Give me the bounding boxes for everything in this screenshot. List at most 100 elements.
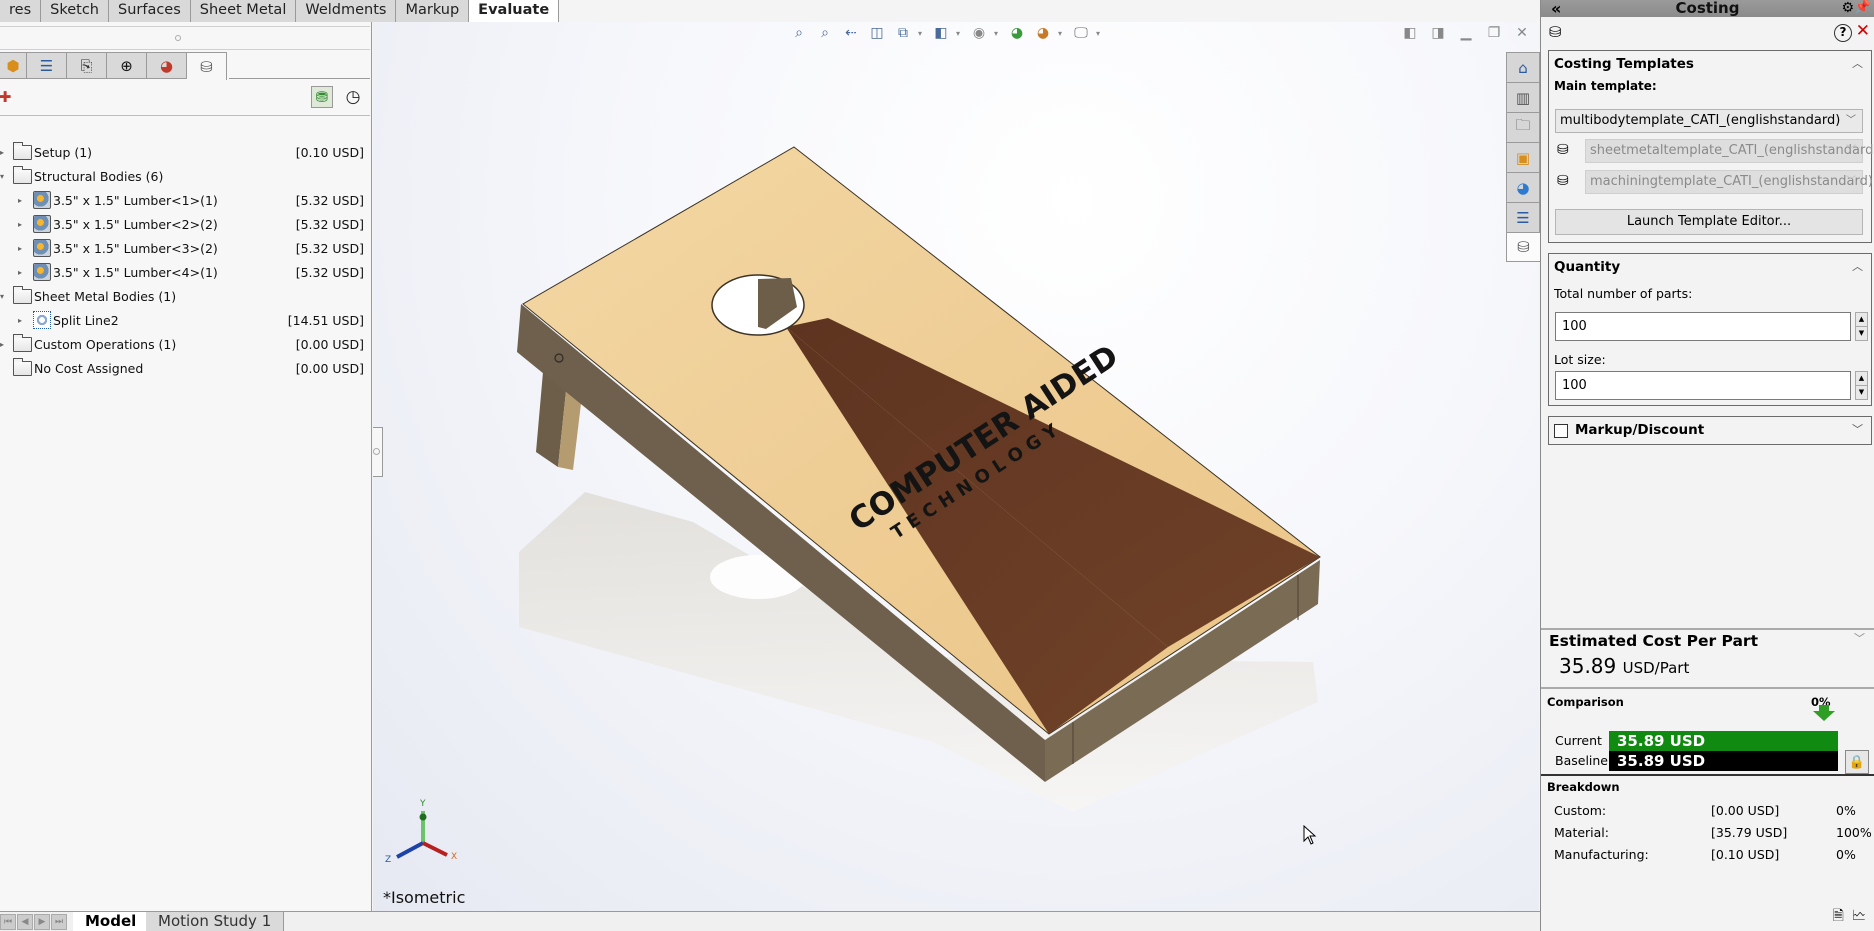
- zoom-to-fit-icon[interactable]: ⌕: [788, 23, 810, 43]
- spin-down-icon[interactable]: ▼: [1856, 386, 1867, 400]
- close-costing-icon[interactable]: ✕: [1856, 21, 1870, 41]
- launch-template-editor-button[interactable]: Launch Template Editor...: [1555, 209, 1863, 235]
- lot-size-input[interactable]: 100: [1555, 371, 1851, 400]
- tree-item[interactable]: ▸ 3.5" x 1.5" Lumber<3>(2) [5.32 USD]: [0, 236, 370, 260]
- spin-down-icon[interactable]: ▼: [1856, 327, 1867, 341]
- tree-item[interactable]: ▸ Setup (1) [0.10 USD]: [0, 140, 370, 164]
- view-orientation-icon[interactable]: ⧉: [892, 23, 914, 43]
- total-parts-input[interactable]: 100: [1555, 312, 1851, 341]
- spin-up-icon[interactable]: ▲: [1856, 313, 1867, 327]
- tab-weldments[interactable]: Weldments: [296, 0, 397, 22]
- tree-item[interactable]: ▸ Custom Operations (1) [0.00 USD]: [0, 332, 370, 356]
- task-pane-design-library-tab[interactable]: ▥: [1506, 82, 1540, 112]
- tree-item[interactable]: ▾ Sheet Metal Bodies (1): [0, 284, 370, 308]
- display-style-icon[interactable]: ◧: [930, 23, 952, 43]
- tile-right-icon[interactable]: ◨: [1429, 24, 1447, 42]
- collapse-arrow-icon[interactable]: ▾: [0, 172, 4, 181]
- first-tab-icon[interactable]: ⏮: [0, 914, 16, 930]
- hide-show-items-icon[interactable]: ◉: [968, 23, 990, 43]
- tab-evaluate[interactable]: Evaluate: [469, 0, 560, 23]
- task-pane-appearances-tab[interactable]: ◕: [1506, 172, 1540, 202]
- graphics-area[interactable]: COMPUTER AIDED T E C H N O L O G Y ⌕ ⌕ ⇠…: [373, 22, 1539, 911]
- tab-motion-study-1[interactable]: Motion Study 1: [146, 912, 285, 931]
- collapse-chevron-icon[interactable]: ﹀: [1854, 630, 1865, 646]
- tree-item[interactable]: No Cost Assigned [0.00 USD]: [0, 356, 370, 380]
- property-manager-tab[interactable]: ☰: [27, 52, 67, 79]
- tree-item-cost: [5.32 USD]: [295, 264, 364, 280]
- options-gear-icon[interactable]: ⚙: [1841, 0, 1854, 16]
- feature-manager-tab[interactable]: ⬢: [0, 52, 27, 79]
- zoom-to-area-icon[interactable]: ⌕: [814, 23, 836, 43]
- expand-chevron-icon[interactable]: ﹀: [1852, 417, 1863, 443]
- display-style-dropdown[interactable]: ▾: [956, 29, 964, 38]
- set-baseline-icon[interactable]: ⛃: [311, 86, 333, 108]
- expand-arrow-icon[interactable]: ▸: [18, 316, 22, 325]
- edit-appearance-icon[interactable]: ◕: [1006, 23, 1028, 43]
- markup-discount-header[interactable]: Markup/Discount ﹀: [1549, 417, 1871, 445]
- tab-sheet-metal[interactable]: Sheet Metal: [190, 0, 297, 22]
- quantity-header[interactable]: Quantity ︿: [1549, 254, 1871, 282]
- tree-item[interactable]: ▾ Structural Bodies (6): [0, 164, 370, 188]
- pin-icon[interactable]: 📌: [1855, 0, 1871, 15]
- view-orientation-dropdown[interactable]: ▾: [918, 29, 926, 38]
- costing-manager-tab[interactable]: ⛁: [187, 52, 227, 80]
- expand-arrow-icon[interactable]: ▸: [18, 220, 22, 229]
- feature-panel-collapse-handle[interactable]: [373, 427, 383, 477]
- main-template-select[interactable]: multibodytemplate_CATI_(englishstandard)…: [1555, 109, 1863, 133]
- task-pane-view-palette-tab[interactable]: ▣: [1506, 142, 1540, 172]
- expand-arrow-icon[interactable]: ▸: [0, 148, 4, 157]
- dimxpert-manager-tab[interactable]: ⊕: [107, 52, 147, 79]
- costing-report-icon[interactable]: 🗠: [1852, 905, 1866, 929]
- apply-scene-icon[interactable]: ◕: [1032, 23, 1054, 43]
- previous-view-icon[interactable]: ⇠: [840, 23, 862, 43]
- configuration-manager-tab[interactable]: ⎘: [67, 52, 107, 79]
- tab-model[interactable]: Model: [73, 912, 150, 931]
- expand-arrow-icon[interactable]: ▸: [18, 196, 22, 205]
- section-view-icon[interactable]: ◫: [866, 23, 888, 43]
- collapse-chevron-icon[interactable]: ︿: [1852, 254, 1863, 280]
- tree-item[interactable]: ▸ 3.5" x 1.5" Lumber<1>(1) [5.32 USD]: [0, 188, 370, 212]
- lock-baseline-button[interactable]: 🔒: [1845, 750, 1869, 774]
- expand-arrow-icon[interactable]: ▸: [0, 340, 4, 349]
- hide-show-dropdown[interactable]: ▾: [994, 29, 1002, 38]
- clock-icon[interactable]: ◷: [342, 86, 364, 108]
- generate-report-icon[interactable]: 🗎: [1833, 905, 1844, 929]
- collapse-arrow-icon[interactable]: ▾: [0, 292, 4, 301]
- expand-arrow-icon[interactable]: ▸: [18, 244, 22, 253]
- total-parts-spinner[interactable]: ▲ ▼: [1855, 312, 1868, 341]
- tile-left-icon[interactable]: ◧: [1401, 24, 1419, 42]
- tree-item[interactable]: ▸ Split Line2 [14.51 USD]: [0, 308, 370, 332]
- apply-scene-dropdown[interactable]: ▾: [1058, 29, 1066, 38]
- costing-templates-header[interactable]: Costing Templates ︿: [1549, 51, 1871, 79]
- view-settings-icon[interactable]: 🖵: [1070, 23, 1092, 43]
- prev-tab-icon[interactable]: ◀: [17, 914, 33, 930]
- configuration-manager-icon: ⎘: [80, 56, 93, 75]
- collapse-chevron-icon[interactable]: ︿: [1852, 51, 1863, 77]
- next-tab-icon[interactable]: ▶: [34, 914, 50, 930]
- machining-template-select[interactable]: machiningtemplate_CATI_(englishstandard)…: [1585, 170, 1873, 194]
- view-settings-dropdown[interactable]: ▾: [1096, 29, 1104, 38]
- task-pane-custom-properties-tab[interactable]: ☰: [1506, 202, 1540, 232]
- sheetmetal-template-select[interactable]: sheetmetaltemplate_CATI_(englishstandard…: [1585, 139, 1874, 163]
- tree-item[interactable]: ▸ 3.5" x 1.5" Lumber<4>(1) [5.32 USD]: [0, 260, 370, 284]
- lot-size-spinner[interactable]: ▲ ▼: [1855, 371, 1868, 400]
- task-pane-home-tab[interactable]: ⌂: [1506, 52, 1540, 82]
- spin-up-icon[interactable]: ▲: [1856, 372, 1867, 386]
- close-icon[interactable]: ✕: [1513, 24, 1531, 42]
- restore-icon[interactable]: ❐: [1485, 24, 1503, 42]
- tab-markup[interactable]: Markup: [396, 0, 470, 22]
- tab-features[interactable]: res: [0, 0, 42, 22]
- help-icon[interactable]: ?: [1834, 24, 1852, 42]
- last-tab-icon[interactable]: ⏭: [51, 914, 67, 930]
- expand-arrow-icon[interactable]: ▸: [18, 268, 22, 277]
- tab-surfaces[interactable]: Surfaces: [108, 0, 191, 22]
- tree-item[interactable]: ▸ 3.5" x 1.5" Lumber<2>(2) [5.32 USD]: [0, 212, 370, 236]
- minimize-icon[interactable]: ▁: [1457, 24, 1475, 42]
- task-pane-costing-tab[interactable]: ⛁: [1506, 232, 1540, 262]
- task-pane-file-explorer-tab[interactable]: 🗀: [1506, 112, 1540, 142]
- display-manager-tab[interactable]: ◕: [147, 52, 187, 79]
- add-custom-operation-icon[interactable]: ✚: [0, 86, 16, 108]
- costing-tree: ▸ Setup (1) [0.10 USD] ▾ Structural Bodies (…: [0, 140, 370, 380]
- panel-splitter[interactable]: [0, 26, 370, 50]
- tab-sketch[interactable]: Sketch: [41, 0, 109, 22]
